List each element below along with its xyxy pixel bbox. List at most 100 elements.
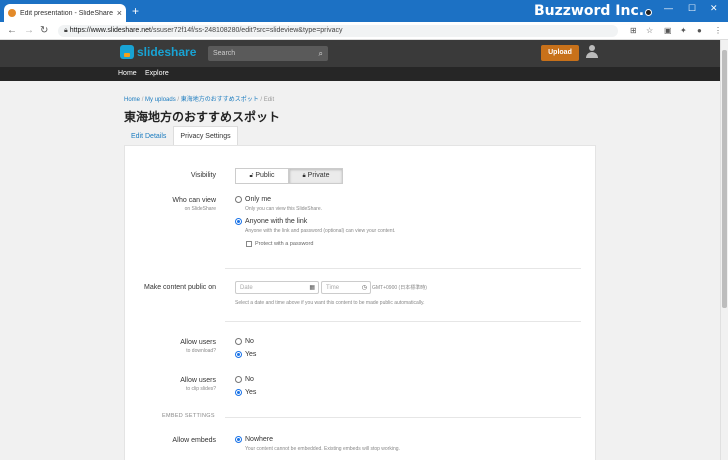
private-label: Private xyxy=(307,172,330,179)
edit-tabs: Edit Details Privacy Settings xyxy=(124,126,238,146)
back-icon[interactable]: ← xyxy=(7,25,17,36)
who-can-view-sub: on SlideShare xyxy=(184,206,216,212)
date-placeholder: Date xyxy=(240,285,253,291)
url-path: /ssuser72f14f/ss-248108280/edit?src=slid… xyxy=(151,27,343,34)
clip-no-radio[interactable]: No xyxy=(235,376,254,383)
clip-sub: to clip slides? xyxy=(185,386,216,392)
private-button[interactable]: 🔒︎ Private xyxy=(289,168,343,184)
nowhere-hint: Your content cannot be embedded. Existin… xyxy=(245,446,400,452)
reload-icon[interactable]: ↻ xyxy=(40,25,48,36)
date-input[interactable]: Date ▦ xyxy=(235,281,319,294)
radio-indicator xyxy=(235,351,242,358)
radio-indicator xyxy=(235,196,242,203)
breadcrumb-uploads[interactable]: My uploads xyxy=(145,97,176,103)
download-yes-label: Yes xyxy=(245,351,257,358)
search-input[interactable]: Search ⌕ xyxy=(208,46,328,61)
clip-no-label: No xyxy=(245,376,254,383)
download-label: Allow users to download? xyxy=(125,338,216,355)
unlock-icon: 🔓︎ xyxy=(249,173,254,179)
anyone-hint: Anyone with the link and password (optio… xyxy=(245,228,396,234)
calendar-icon[interactable]: ▦ xyxy=(309,284,315,291)
record-icon xyxy=(645,9,652,16)
minimize-icon[interactable]: — xyxy=(664,3,673,13)
download-sub: to download? xyxy=(186,348,216,354)
radio-indicator xyxy=(235,218,242,225)
only-me-label: Only me xyxy=(245,196,272,203)
clip-label-text: Allow users xyxy=(180,377,216,384)
address-bar-row: ← → ↻ 🔒︎ https://www.slideshare.net/ssus… xyxy=(0,22,728,40)
tab-edit-details[interactable]: Edit Details xyxy=(124,126,173,146)
tab-privacy-settings[interactable]: Privacy Settings xyxy=(173,126,238,146)
make-public-label: Make content public on xyxy=(144,284,216,291)
embeds-nowhere-radio[interactable]: Nowhere xyxy=(235,436,273,443)
tab-title: Edit presentation - SlideShare xyxy=(20,9,113,17)
slideshare-favicon-icon xyxy=(8,9,16,17)
breadcrumb: Home / My uploads / 東海地方のおすすめスポット / Edit xyxy=(124,94,274,103)
clip-yes-radio[interactable]: Yes xyxy=(235,389,256,396)
nav-home[interactable]: Home xyxy=(118,70,137,77)
privacy-settings-panel: Visibility 🔓︎ Public 🔒︎ Private Who can … xyxy=(124,145,596,460)
public-label: Public xyxy=(255,172,275,179)
radio-indicator xyxy=(235,376,242,383)
page-title: 東海地方のおすすめスポット xyxy=(124,110,281,124)
download-no-radio[interactable]: No xyxy=(235,338,254,345)
close-window-icon[interactable]: ✕ xyxy=(710,3,718,14)
search-icon[interactable]: ⌕ xyxy=(319,49,323,59)
public-button[interactable]: 🔓︎ Public xyxy=(235,168,289,184)
radio-indicator xyxy=(235,338,242,345)
who-can-view-text: Who can view xyxy=(172,197,216,204)
forward-icon[interactable]: → xyxy=(24,25,34,36)
url-field[interactable]: 🔒︎ https://www.slideshare.net/ssuser72f1… xyxy=(58,25,618,37)
profile-icon[interactable]: ● xyxy=(697,26,702,35)
divider xyxy=(225,268,581,269)
screenshot-icon[interactable]: ▣ xyxy=(664,26,672,35)
visibility-toggle: 🔓︎ Public 🔒︎ Private xyxy=(235,168,343,184)
breadcrumb-home[interactable]: Home xyxy=(124,97,140,103)
url-host: https://www.slideshare.net xyxy=(69,27,152,34)
breadcrumb-separator: / xyxy=(141,97,144,103)
search-placeholder: Search xyxy=(213,50,236,57)
only-me-radio[interactable]: Only me xyxy=(235,196,271,203)
lock-icon: 🔒︎ xyxy=(302,173,306,179)
slideshare-logo[interactable]: slideshare xyxy=(120,45,196,59)
anyone-label: Anyone with the link xyxy=(245,218,308,225)
radio-indicator xyxy=(235,436,242,443)
logo-text: slideshare xyxy=(137,45,197,59)
browser-tab[interactable]: Edit presentation - SlideShare × xyxy=(4,4,126,22)
clip-label: Allow users to clip slides? xyxy=(125,376,216,393)
browser-titlebar: Edit presentation - SlideShare × + Buzzw… xyxy=(0,0,728,22)
nowhere-label: Nowhere xyxy=(245,436,274,443)
translate-icon[interactable]: ⊞ xyxy=(630,26,637,35)
breadcrumb-deck[interactable]: 東海地方のおすすめスポット xyxy=(181,97,259,103)
user-avatar-icon[interactable] xyxy=(586,45,598,59)
who-can-view-label: Who can view on SlideShare xyxy=(125,196,216,213)
protect-password-checkbox[interactable]: Protect with a password xyxy=(246,241,313,247)
watermark: Buzzword Inc. xyxy=(534,3,645,19)
download-yes-radio[interactable]: Yes xyxy=(235,351,256,358)
close-tab-icon[interactable]: × xyxy=(117,8,122,18)
menu-icon[interactable]: ⋮ xyxy=(714,26,722,35)
upload-button[interactable]: Upload xyxy=(541,45,579,61)
scrollbar-thumb[interactable] xyxy=(722,50,727,308)
time-input[interactable]: Time ◷ xyxy=(321,281,371,294)
divider xyxy=(225,321,581,322)
only-me-hint: Only you can view this SlideShare. xyxy=(245,206,322,212)
clock-icon[interactable]: ◷ xyxy=(362,284,367,291)
anyone-with-link-radio[interactable]: Anyone with the link xyxy=(235,218,307,225)
breadcrumb-separator: / xyxy=(177,97,180,103)
lock-icon: 🔒︎ xyxy=(64,27,68,34)
extensions-icon[interactable]: ✦ xyxy=(680,26,687,35)
breadcrumb-separator: / xyxy=(260,97,263,103)
time-placeholder: Time xyxy=(326,285,340,291)
protect-label: Protect with a password xyxy=(255,241,314,247)
embed-settings-heading: EMBED SETTINGS xyxy=(162,413,215,419)
slideshare-header: slideshare Search ⌕ Upload xyxy=(0,40,720,67)
bookmark-star-icon[interactable]: ☆ xyxy=(646,26,653,35)
nav-explore[interactable]: Explore xyxy=(145,70,169,77)
page-scrollbar[interactable] xyxy=(720,40,728,460)
maximize-icon[interactable]: ☐ xyxy=(688,3,696,14)
new-tab-button[interactable]: + xyxy=(132,5,139,17)
slideshare-subnav: Home Explore xyxy=(0,67,720,81)
download-no-label: No xyxy=(245,338,254,345)
radio-indicator xyxy=(235,389,242,396)
